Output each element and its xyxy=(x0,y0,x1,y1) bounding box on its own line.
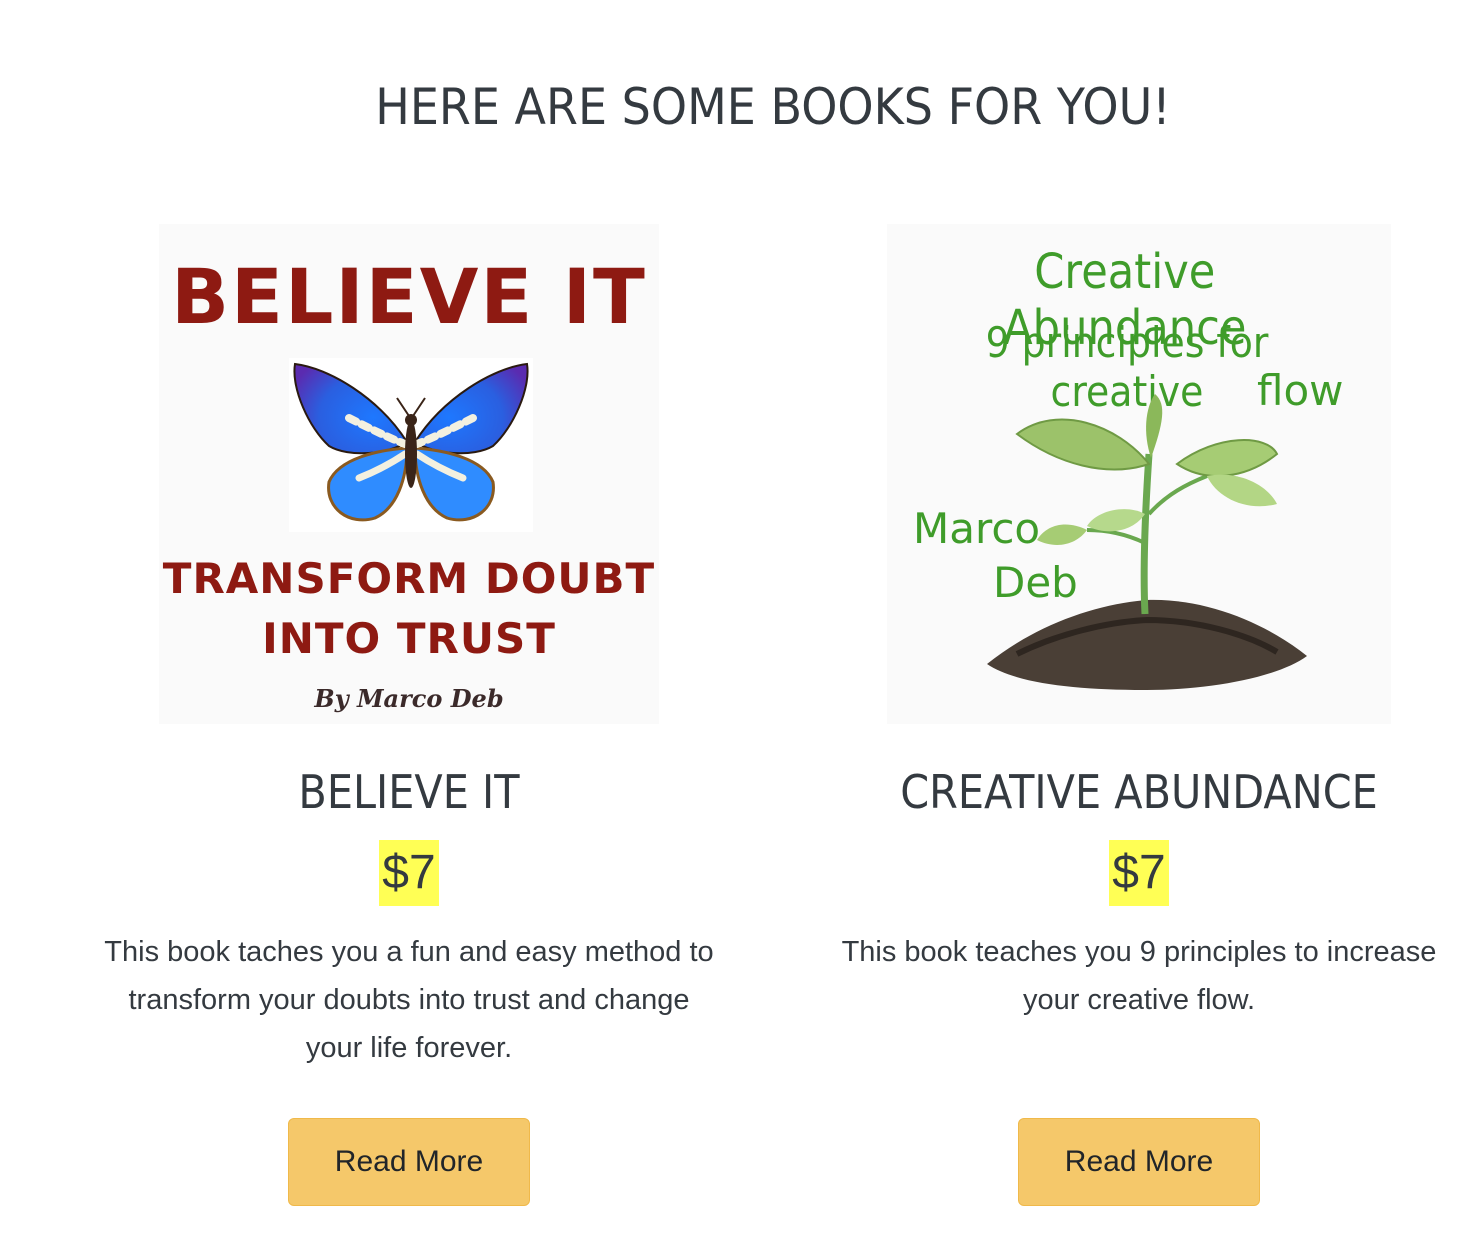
read-more-button[interactable]: Read More xyxy=(288,1118,530,1206)
book-description: This book teaches you 9 principles to in… xyxy=(841,936,1437,1016)
book-card-believe-it: BELIEVE IT TRANSFORM DOUBT INTO TRUST By… xyxy=(80,224,738,1206)
price-container: $7 xyxy=(830,840,1448,906)
cover-title: BELIEVE IT xyxy=(171,252,647,341)
cover-author-line1: Marco xyxy=(913,504,1041,553)
cover-subtitle-line1: TRANSFORM DOUBT xyxy=(162,554,656,603)
read-more-button[interactable]: Read More xyxy=(1018,1118,1260,1206)
cover-subtitle-line2: INTO TRUST xyxy=(262,614,556,663)
price-container: $7 xyxy=(80,840,738,906)
book-price: $7 xyxy=(1109,840,1169,906)
book-cover-creative-abundance[interactable]: Creative Abundance 9 principles for crea… xyxy=(887,224,1391,724)
book-cover-believe-it[interactable]: BELIEVE IT TRANSFORM DOUBT INTO TRUST By… xyxy=(159,224,659,724)
page-title: HERE ARE SOME BOOKS FOR YOU! xyxy=(375,78,1171,136)
book-title: CREATIVE ABUNDANCE xyxy=(900,765,1378,819)
book-price: $7 xyxy=(379,840,439,906)
cover-author-line2: Deb xyxy=(993,558,1078,607)
book-description: This book taches you a fun and easy meth… xyxy=(104,936,714,1064)
cover-author: By Marco Deb xyxy=(314,684,504,713)
butterfly-icon xyxy=(289,358,533,532)
book-title: BELIEVE IT xyxy=(298,765,520,819)
book-card-creative-abundance: Creative Abundance 9 principles for crea… xyxy=(830,224,1448,1206)
